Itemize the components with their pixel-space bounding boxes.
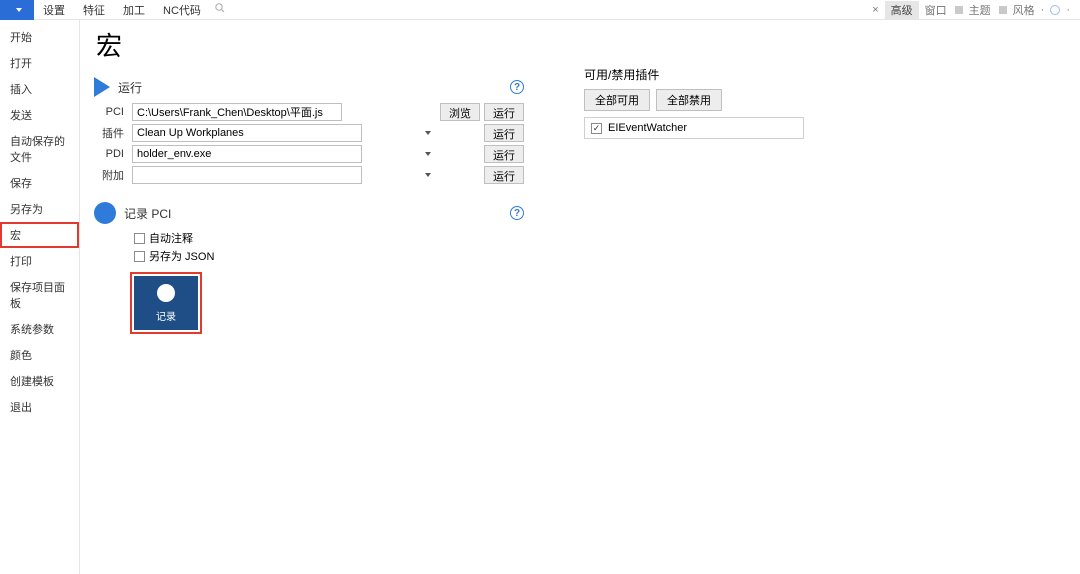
record-section: 记录 PCI ? 自动注释 另存为 JSON 记录: [94, 202, 524, 334]
save-json-label: 另存为 JSON: [149, 248, 214, 264]
square-icon: [999, 6, 1007, 14]
auto-comment-label: 自动注释: [149, 230, 193, 246]
sidebar-item-exit[interactable]: 退出: [0, 394, 79, 420]
record-button-label: 记录: [156, 308, 176, 323]
plugin-input[interactable]: [132, 124, 362, 142]
menu-item-features[interactable]: 特征: [74, 2, 114, 18]
highspeed-toggle[interactable]: 高级: [885, 1, 919, 19]
run-section-title: 运行: [118, 79, 142, 96]
sidebar-item-send[interactable]: 发送: [0, 102, 79, 128]
help-icon[interactable]: ?: [510, 80, 524, 94]
sidebar-item-save[interactable]: 保存: [0, 170, 79, 196]
disable-all-button[interactable]: 全部禁用: [656, 89, 722, 111]
sidebar-item-open[interactable]: 打开: [0, 50, 79, 76]
extra-combo[interactable]: [132, 166, 436, 184]
record-button[interactable]: 记录: [134, 276, 198, 330]
plugin-run-button[interactable]: 运行: [484, 124, 524, 142]
pdi-label: PDI: [94, 148, 128, 160]
page-title: 宏: [96, 26, 524, 63]
pci-browse-button[interactable]: 浏览: [440, 103, 480, 121]
sidebar-item-insert[interactable]: 插入: [0, 76, 79, 102]
sidebar-item-print[interactable]: 打印: [0, 248, 79, 274]
record-icon: [94, 202, 116, 224]
sidebar-item-start[interactable]: 开始: [0, 24, 79, 50]
plugin-label: 插件: [94, 125, 128, 141]
chevron-down-icon: [425, 152, 431, 156]
sidebar-item-template[interactable]: 创建模板: [0, 368, 79, 394]
plugin-list-item[interactable]: EIEventWatcher: [584, 117, 804, 139]
menu-item-nccode[interactable]: NC代码: [154, 2, 210, 18]
chevron-down-icon: [16, 8, 22, 12]
help-icon[interactable]: ?: [510, 206, 524, 220]
record-section-title: 记录 PCI: [124, 205, 171, 222]
sidebar: 开始 打开 插入 发送 自动保存的文件 保存 另存为 宏 打印 保存项目面板 系…: [0, 20, 80, 574]
pci-path-input[interactable]: [132, 103, 342, 121]
plugin-checkbox[interactable]: [591, 123, 602, 134]
run-section: 运行 ? PCI 浏览 运行 插件 运行 PDI: [94, 77, 524, 184]
pdi-input[interactable]: [132, 145, 362, 163]
extra-run-button[interactable]: 运行: [484, 166, 524, 184]
pci-label: PCI: [94, 106, 128, 118]
sidebar-item-autosave[interactable]: 自动保存的文件: [0, 128, 79, 170]
theme-menu[interactable]: 主题: [969, 2, 991, 18]
pdi-run-button[interactable]: 运行: [484, 145, 524, 163]
extra-label: 附加: [94, 167, 128, 183]
plugin-combo[interactable]: [132, 124, 436, 142]
enable-all-button[interactable]: 全部可用: [584, 89, 650, 111]
gear-icon[interactable]: [1050, 5, 1060, 15]
search-icon: [214, 2, 226, 17]
save-json-checkbox[interactable]: [134, 251, 145, 262]
auto-comment-checkbox[interactable]: [134, 233, 145, 244]
record-dot-icon: [157, 284, 175, 302]
extra-input[interactable]: [132, 166, 362, 184]
window-menu[interactable]: 窗口: [925, 2, 947, 18]
plugin-name: EIEventWatcher: [608, 122, 687, 134]
chevron-down-icon: [425, 173, 431, 177]
top-right-controls: × 高级 窗口 主题 风格 · ·: [872, 1, 1080, 19]
sidebar-item-sysparam[interactable]: 系统参数: [0, 316, 79, 342]
menu-bar: · 设置 特征 加工 NC代码 × 高级 窗口 主题 风格 · ·: [0, 0, 1080, 20]
style-menu[interactable]: 风格: [1013, 2, 1035, 18]
pci-run-button[interactable]: 运行: [484, 103, 524, 121]
sidebar-item-macro[interactable]: 宏: [0, 222, 79, 248]
menu-item-machining[interactable]: 加工: [114, 2, 154, 18]
pdi-combo[interactable]: [132, 145, 436, 163]
plugins-panel-title: 可用/禁用插件: [584, 66, 804, 83]
sidebar-item-color[interactable]: 颜色: [0, 342, 79, 368]
search-input[interactable]: [230, 2, 420, 18]
sidebar-item-saveas[interactable]: 另存为: [0, 196, 79, 222]
highlight-annotation: 记录: [130, 272, 202, 334]
file-menu[interactable]: ·: [0, 0, 34, 20]
sidebar-item-savepanel[interactable]: 保存项目面板: [0, 274, 79, 316]
play-icon: [94, 77, 110, 97]
menu-item-settings[interactable]: 设置: [34, 2, 74, 18]
chevron-down-icon: [425, 131, 431, 135]
square-icon: [955, 6, 963, 14]
